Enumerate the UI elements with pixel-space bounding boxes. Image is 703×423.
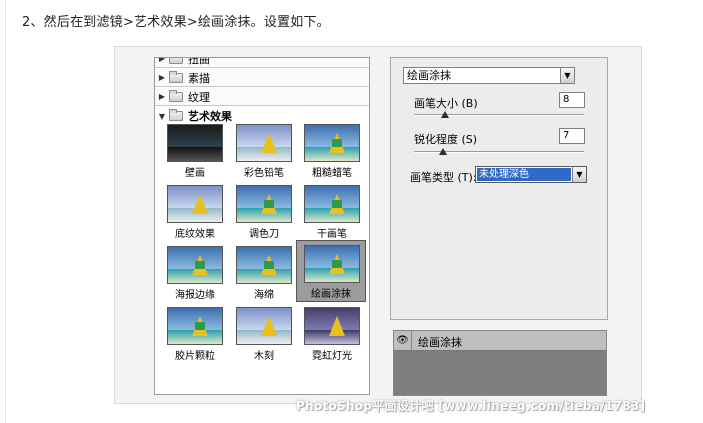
filter-thumb-cutout[interactable]: 木刻	[229, 303, 299, 363]
filter-thumb-label: 木刻	[254, 351, 274, 362]
filter-thumb-dry-brush[interactable]: 干画笔	[297, 181, 367, 241]
filter-thumb-label: 胶片颗粒	[175, 351, 215, 362]
category-row-texture[interactable]: ▶ 纹理	[155, 88, 369, 106]
filter-preview-image	[236, 246, 292, 284]
filter-thumb-palette-knife[interactable]: 调色刀	[229, 181, 299, 241]
category-label: 素描	[188, 71, 210, 85]
filter-gallery: ▶ 扭曲 ▶ 素描 ▶ 纹理 ▼ 艺术效果 壁画 彩色铅笔 粗糙蜡笔 底纹效果 …	[154, 57, 370, 395]
filter-preview-image	[167, 124, 223, 162]
filter-thumb-rough-pastels[interactable]: 粗糙蜡笔	[297, 120, 367, 180]
watermark-text: PhotoShop平面设计吧 [www.lineeg.com/tieba/178…	[296, 399, 646, 413]
chevron-down-icon[interactable]: ▼	[560, 68, 574, 83]
expand-arrow-icon[interactable]: ▶	[155, 58, 169, 63]
filter-thumb-label: 霓虹灯光	[312, 351, 352, 362]
filter-preview-image	[236, 185, 292, 223]
effect-layer-label: 绘画涂抹	[418, 336, 462, 349]
thumbnail-grid: 壁画 彩色铅笔 粗糙蜡笔 底纹效果 调色刀 干画笔 海报边缘 海绵 绘画涂抹 胶…	[155, 120, 369, 362]
filter-thumb-poster-edges[interactable]: 海报边缘	[160, 242, 230, 302]
filter-thumb-label: 底纹效果	[175, 229, 215, 240]
filter-thumb-label: 干画笔	[317, 229, 347, 240]
filter-select[interactable]: 绘画涂抹 ▼	[403, 67, 575, 84]
filter-thumb-sponge[interactable]: 海绵	[229, 242, 299, 302]
tutorial-caption: 2、然后在到滤镜>艺术效果>绘画涂抹。设置如下。	[22, 15, 330, 30]
left-divider	[5, 0, 6, 423]
filter-thumb-label: 粗糙蜡笔	[312, 168, 352, 179]
filter-preview-image	[167, 246, 223, 284]
filter-preview-image	[304, 307, 360, 345]
filter-preview-image	[167, 185, 223, 223]
filter-preview-image	[167, 307, 223, 345]
filter-thumb-label: 海报边缘	[175, 290, 215, 301]
filter-preview-image	[304, 185, 360, 223]
filter-thumb-label: 壁画	[185, 168, 205, 179]
brush-size-input[interactable]: 8	[559, 92, 585, 108]
effect-layers-panel: 👁 绘画涂抹	[393, 330, 607, 396]
filter-thumb-colored-pencil[interactable]: 彩色铅笔	[229, 120, 299, 180]
filter-thumb-film-grain[interactable]: 胶片颗粒	[160, 303, 230, 363]
filter-thumb-label: 海绵	[254, 290, 274, 301]
category-label: 纹理	[188, 90, 210, 104]
brush-size-slider-track[interactable]	[414, 114, 584, 116]
category-label: 扭曲	[188, 57, 210, 66]
chevron-down-icon[interactable]: ▼	[572, 167, 586, 182]
brush-type-select[interactable]: 未处理深色 ▼	[475, 166, 587, 183]
brush-type-value: 未处理深色	[477, 168, 571, 181]
brush-size-slider-thumb[interactable]	[440, 111, 449, 118]
brush-size-label: 画笔大小 (B)	[414, 97, 478, 110]
filter-select-value: 绘画涂抹	[407, 69, 451, 82]
eye-icon[interactable]: 👁	[394, 331, 412, 350]
brush-type-label: 画笔类型 (T):	[410, 171, 477, 184]
sharpness-input[interactable]: 7	[559, 128, 585, 144]
filter-thumb-paint-daubs[interactable]: 绘画涂抹	[296, 240, 366, 302]
filter-thumb-label: 绘画涂抹	[311, 289, 351, 300]
category-row-distort[interactable]: ▶ 扭曲	[155, 57, 369, 68]
filter-preview-image	[304, 245, 360, 283]
sharpness-slider-thumb[interactable]	[438, 148, 447, 155]
filter-thumb-neon-glow[interactable]: 霓虹灯光	[297, 303, 367, 363]
filter-preview-image	[236, 124, 292, 162]
folder-icon	[169, 70, 183, 83]
filter-thumb-fresco[interactable]: 壁画	[160, 120, 230, 180]
effect-layer-row[interactable]: 👁 绘画涂抹	[394, 331, 606, 351]
filter-preview-image	[236, 307, 292, 345]
sharpness-label: 锐化程度 (S)	[414, 133, 478, 146]
expand-arrow-icon[interactable]: ▶	[155, 92, 169, 101]
filter-thumb-label: 调色刀	[249, 229, 279, 240]
folder-icon	[169, 89, 183, 102]
category-row-sketch[interactable]: ▶ 素描	[155, 69, 369, 87]
folder-icon	[169, 58, 183, 64]
expand-arrow-icon[interactable]: ▶	[155, 73, 169, 82]
filter-thumb-underpainting[interactable]: 底纹效果	[160, 181, 230, 241]
filter-preview-image	[304, 124, 360, 162]
filter-thumb-label: 彩色铅笔	[244, 168, 284, 179]
